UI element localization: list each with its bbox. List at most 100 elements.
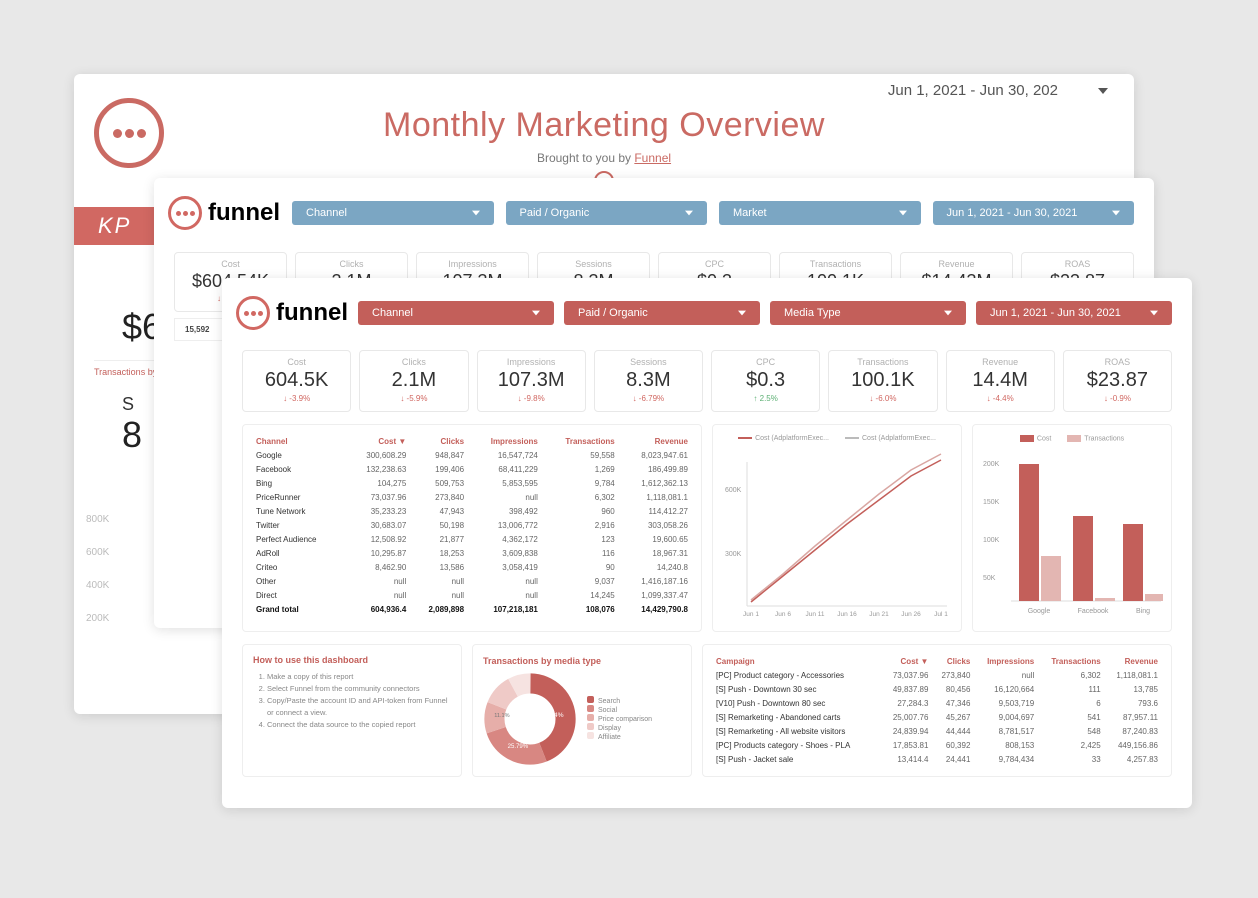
date-range-picker[interactable]: Jun 1, 2021 - Jun 30, 202 — [888, 82, 1108, 99]
kpi-value: 14.4M — [949, 369, 1052, 392]
kpi-label: ROAS — [1024, 259, 1131, 269]
chevron-down-icon — [1112, 209, 1120, 217]
table-header[interactable]: Revenue — [618, 435, 691, 449]
filter-paid-organic[interactable]: Paid / Organic — [506, 201, 708, 225]
svg-text:Bing: Bing — [1136, 608, 1150, 615]
table-row: AdRoll10,295.8718,2533,609,83811618,967.… — [253, 547, 691, 561]
kpi-card: Sessions 8.3M ↓ -6.79% — [594, 350, 703, 412]
svg-text:Google: Google — [1028, 608, 1051, 615]
kpi-card: Transactions 100.1K ↓ -6.0% — [828, 350, 937, 412]
svg-text:44%: 44% — [550, 712, 563, 719]
channel-table-card: ChannelCost ▼ClicksImpressionsTransactio… — [242, 424, 702, 632]
funnel-logo-icon — [94, 98, 164, 168]
svg-text:300K: 300K — [725, 551, 742, 558]
table-row: [S] Push - Jacket sale13,414.424,4419,78… — [713, 753, 1161, 767]
filter-channel[interactable]: Channel — [292, 201, 494, 225]
kpi-value: $0.3 — [714, 369, 817, 392]
funnel-brand: funnel — [168, 196, 280, 230]
table-row: Othernullnullnull9,0371,416,187.16 — [253, 575, 691, 589]
kpi-label: CPC — [661, 259, 768, 269]
svg-text:Jun 16: Jun 16 — [837, 611, 857, 616]
table-row: Perfect Audience12,508.9221,8774,362,172… — [253, 533, 691, 547]
kpi-label: Revenue — [903, 259, 1010, 269]
filter-date-range[interactable]: Jun 1, 2021 - Jun 30, 2021 — [976, 301, 1172, 325]
table-row: PriceRunner73,037.96273,840null6,3021,11… — [253, 491, 691, 505]
chevron-down-icon — [472, 209, 480, 217]
table-row: Directnullnullnull14,2451,099,337.47 — [253, 589, 691, 603]
kpi-value: 604.5K — [245, 369, 348, 392]
kpi-card: Revenue 14.4M ↓ -4.4% — [946, 350, 1055, 412]
table-row: [V10] Push - Downtown 80 sec27,284.347,3… — [713, 697, 1161, 711]
kpi-card: CPC $0.3 ↑ 2.5% — [711, 350, 820, 412]
table-row: [S] Push - Downtown 30 sec49,837.8980,45… — [713, 683, 1161, 697]
kpi-label: ROAS — [1066, 357, 1169, 367]
dashboard-front-panel: funnel Channel Paid / Organic Media Type… — [222, 278, 1192, 808]
table-row: [PC] Products category - Shoes - PLA17,8… — [713, 739, 1161, 753]
table-row: Facebook132,238.63199,40668,411,2291,269… — [253, 463, 691, 477]
kpi-label: Impressions — [480, 357, 583, 367]
chevron-down-icon — [685, 209, 693, 217]
table-header[interactable]: Clicks — [931, 655, 973, 669]
filter-media-type[interactable]: Media Type — [770, 301, 966, 325]
table-row: Bing104,275509,7535,853,5959,7841,612,36… — [253, 477, 691, 491]
table-row: Criteo8,462.9013,5863,058,4199014,240.8 — [253, 561, 691, 575]
kpi-delta: ↓ -9.8% — [480, 394, 583, 403]
table-header[interactable]: Channel — [253, 435, 345, 449]
table-header[interactable]: Revenue — [1104, 655, 1161, 669]
table-header[interactable]: Cost ▼ — [345, 435, 409, 449]
filter-channel[interactable]: Channel — [358, 301, 554, 325]
chevron-down-icon — [944, 309, 952, 317]
kpi-label: Impressions — [419, 259, 526, 269]
bar-chart-svg: 200K 150K 100K 50K Google Facebook — [983, 446, 1163, 616]
funnel-logo-icon — [168, 196, 202, 230]
table-header[interactable]: Clicks — [409, 435, 467, 449]
kpi-value: 8.3M — [597, 369, 700, 392]
chevron-down-icon — [532, 309, 540, 317]
svg-text:Jun 11: Jun 11 — [805, 611, 824, 616]
svg-text:11.1%: 11.1% — [494, 713, 509, 719]
campaign-table: CampaignCost ▼ClicksImpressionsTransacti… — [713, 655, 1161, 766]
svg-text:200K: 200K — [983, 461, 1000, 468]
kpi-label: Sessions — [597, 357, 700, 367]
funnel-brand: funnel — [236, 296, 348, 330]
filter-date-range[interactable]: Jun 1, 2021 - Jun 30, 2021 — [933, 201, 1135, 225]
table-header[interactable]: Transactions — [1037, 655, 1103, 669]
table-row: Twitter30,683.0750,19813,006,7722,916303… — [253, 519, 691, 533]
table-header[interactable]: Impressions — [467, 435, 541, 449]
legend-item: Affiliate — [587, 732, 652, 741]
howto-card: How to use this dashboard Make a copy of… — [242, 644, 462, 777]
legend-item: Social — [587, 705, 652, 714]
filter-paid-organic[interactable]: Paid / Organic — [564, 301, 760, 325]
line-chart-svg: 600K 300K Jun 1 Jun 6 Jun 11 Jun 16 Jun … — [723, 446, 953, 616]
legend-item: Display — [587, 723, 652, 732]
chevron-down-icon — [1098, 86, 1108, 96]
legend-item: Search — [587, 696, 652, 705]
filter-market[interactable]: Market — [719, 201, 921, 225]
table-row: Tune Network35,233.2347,943398,492960114… — [253, 505, 691, 519]
partial-kpi-label: S — [122, 394, 134, 415]
kpi-label: CPC — [714, 357, 817, 367]
svg-text:100K: 100K — [983, 537, 1000, 544]
howto-step: Make a copy of this report — [267, 671, 451, 683]
funnel-link[interactable]: Funnel — [634, 151, 671, 165]
campaign-table-card: CampaignCost ▼ClicksImpressionsTransacti… — [702, 644, 1172, 777]
kpi-delta: ↑ 2.5% — [714, 394, 817, 403]
kpi-delta: ↓ -6.79% — [597, 394, 700, 403]
table-header[interactable]: Campaign — [713, 655, 882, 669]
svg-text:Jun 21: Jun 21 — [869, 611, 889, 616]
table-header[interactable]: Cost ▼ — [882, 655, 932, 669]
table-header[interactable]: Impressions — [973, 655, 1037, 669]
donut-card: Transactions by media type 44% 25.79% 11… — [472, 644, 692, 777]
howto-step: Connect the data source to the copied re… — [267, 719, 451, 731]
svg-text:Jul 1: Jul 1 — [934, 611, 948, 616]
table-row: [S] Remarketing - All website visitors24… — [713, 725, 1161, 739]
table-row: [S] Remarketing - Abandoned carts25,007.… — [713, 711, 1161, 725]
cost-line-chart: Cost (AdplatformExec... Cost (Adplatform… — [712, 424, 962, 632]
table-header[interactable]: Transactions — [541, 435, 618, 449]
kpi-delta: ↓ -6.0% — [831, 394, 934, 403]
donut-chart-svg: 44% 25.79% 11.1% — [483, 672, 577, 766]
svg-text:150K: 150K — [983, 499, 1000, 506]
kpi-label: Clicks — [362, 357, 465, 367]
howto-step: Copy/Paste the account ID and API-token … — [267, 695, 451, 719]
svg-text:25.79%: 25.79% — [508, 744, 529, 750]
